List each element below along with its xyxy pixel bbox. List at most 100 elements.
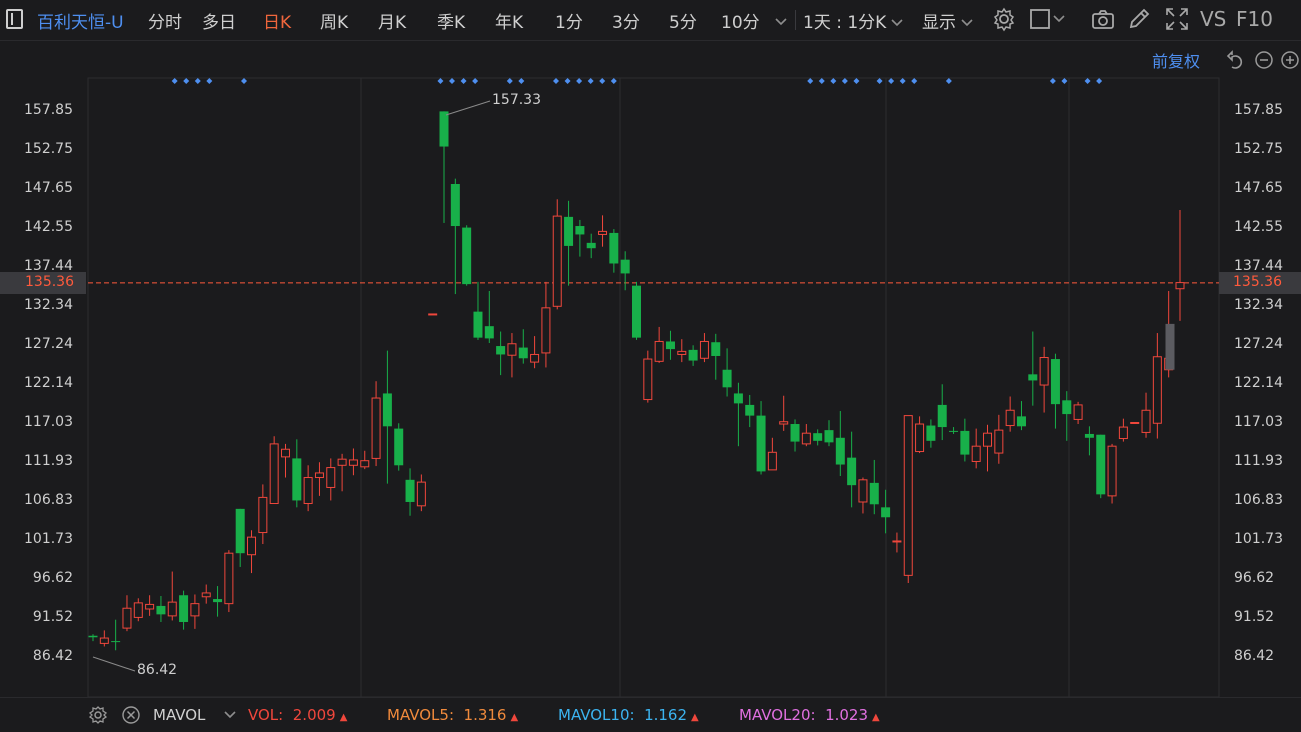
candle [835, 411, 845, 476]
candle-body [280, 448, 290, 458]
axis-tick-label: 117.03 [24, 414, 73, 431]
axis-tick-label: 142.55 [24, 218, 73, 235]
candle [518, 329, 528, 364]
axis-tick-label: 111.93 [1234, 453, 1283, 469]
candle [235, 508, 245, 567]
candle [156, 596, 166, 622]
candle-body [1028, 374, 1038, 381]
candle-body [994, 429, 1004, 454]
candle [280, 443, 290, 478]
candle-body [869, 482, 879, 505]
current-price-tag-left: 135.36 [0, 271, 86, 294]
event-marker-dot [576, 78, 583, 84]
candle-body [439, 111, 449, 147]
candle [1016, 401, 1026, 431]
candle [190, 594, 200, 629]
event-marker-dot [610, 78, 617, 84]
min-price-label: 86.42 [137, 662, 178, 678]
candle [428, 313, 438, 316]
candle [598, 215, 608, 247]
axis-tick-label: 157.85 [24, 102, 73, 118]
candle [201, 584, 211, 604]
event-marker-dot [911, 78, 918, 84]
candle [733, 382, 743, 447]
candle [473, 281, 483, 340]
axis-tick-label: 96.62 [1234, 570, 1275, 587]
candle-body [111, 641, 121, 643]
candle [484, 291, 494, 343]
candle-body [179, 595, 189, 622]
candle-body [1050, 359, 1060, 405]
candle [439, 111, 449, 223]
candle-body [654, 340, 664, 362]
candle [632, 281, 641, 340]
indicator-bar: MAVOL VOL: 2.009 ▲ MAVOL5: 1.316 ▲ MAVOL10… [0, 697, 1301, 732]
candle [382, 350, 392, 484]
axis-tick-label: 152.75 [1234, 140, 1283, 157]
candle-body [688, 349, 698, 361]
candle [620, 251, 630, 291]
candle [665, 330, 675, 360]
candle [1028, 331, 1038, 406]
indicator-select[interactable]: MAVOL [153, 706, 205, 724]
candle [213, 586, 223, 617]
event-marker-dot [564, 78, 571, 84]
gear-icon[interactable] [88, 705, 108, 725]
axis-tick-label: 122.14 [1234, 374, 1283, 391]
candle [541, 281, 551, 368]
candle [915, 416, 925, 454]
candle-body [847, 457, 857, 486]
candle-body [235, 508, 245, 554]
axis-tick-label: 86.42 [32, 648, 73, 664]
up-triangle-icon: ▲ [691, 712, 699, 723]
candle-body [484, 326, 494, 339]
candle [292, 439, 302, 508]
candle-body [960, 430, 970, 455]
candle-body [530, 353, 540, 363]
event-marker-dot [818, 78, 825, 84]
candle [360, 450, 370, 470]
candle-body [462, 227, 472, 285]
axis-tick-label: 132.34 [24, 296, 73, 313]
chevron-down-icon[interactable] [224, 710, 236, 720]
candle [1152, 333, 1162, 439]
candle-body [382, 393, 392, 427]
event-marker-dot [241, 78, 247, 84]
candle-body [745, 404, 755, 416]
candle-body [767, 451, 777, 471]
event-marker-dot [888, 78, 895, 84]
candle-body [971, 445, 981, 462]
axis-tick-label: 122.14 [24, 374, 73, 391]
candle [892, 532, 902, 553]
candle [224, 550, 234, 613]
event-marker-dot [1061, 78, 1068, 84]
candle [371, 381, 381, 467]
candle [133, 598, 143, 622]
candle [348, 448, 358, 476]
candle [847, 431, 857, 508]
axis-tick-label: 142.55 [1234, 218, 1283, 235]
candle-body [269, 443, 279, 505]
candle [654, 326, 664, 363]
event-marker-dot [553, 78, 559, 84]
candle-body [1096, 434, 1106, 495]
candle [1096, 434, 1106, 499]
axis-tick-label: 127.24 [1234, 335, 1283, 352]
candlestick-chart[interactable] [0, 0, 1301, 697]
candle-body [394, 428, 404, 466]
candle-body [1107, 445, 1117, 497]
candle-body [292, 458, 302, 501]
event-marker-dot [830, 78, 837, 84]
event-marker-dot [1084, 78, 1091, 84]
candle [450, 178, 460, 295]
event-marker-dot [472, 78, 479, 84]
candle-body [1084, 433, 1094, 438]
candle [405, 468, 415, 516]
candle-body [801, 432, 811, 445]
candle [722, 348, 732, 397]
candle-body [609, 232, 619, 264]
candle [790, 419, 800, 452]
close-icon[interactable] [121, 705, 141, 725]
candle-body [632, 285, 641, 338]
candle-body [1175, 282, 1185, 290]
